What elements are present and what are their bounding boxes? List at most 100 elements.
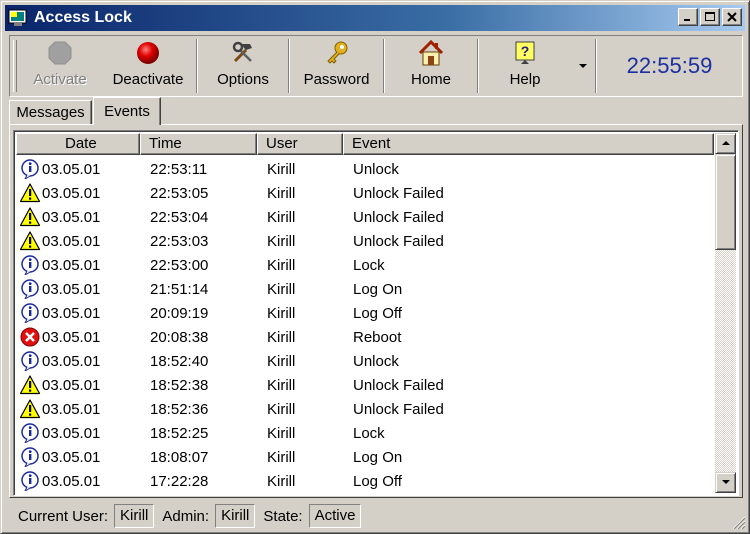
time-cell: 18:52:38 <box>150 376 209 394</box>
event-cell: Unlock Failed <box>353 208 444 226</box>
deactivate-icon <box>137 42 159 64</box>
column-header-user[interactable]: User <box>257 133 343 155</box>
date-value: 03.05.01 <box>42 184 101 202</box>
column-header-event[interactable]: Event <box>343 133 714 155</box>
arrow-down-icon <box>721 480 730 484</box>
list-item[interactable]: 03.05.01 21:51:14 Kirill Log On <box>16 277 714 301</box>
list-item[interactable]: 03.05.01 18:52:40 Kirill Unlock <box>16 349 714 373</box>
list-item[interactable]: 03.05.01 22:53:11 Kirill Unlock <box>16 157 714 181</box>
column-header-time[interactable]: Time <box>140 133 257 155</box>
svg-text:?: ? <box>521 43 530 59</box>
date-value: 03.05.01 <box>42 376 101 394</box>
time-cell: 22:53:11 <box>150 160 208 178</box>
admin-label: Admin: <box>162 507 210 525</box>
user-cell: Kirill <box>267 448 296 466</box>
time-cell: 22:53:05 <box>150 184 209 202</box>
user-cell: Kirill <box>267 400 296 418</box>
scroll-up-button[interactable] <box>715 133 736 154</box>
list-item[interactable]: 03.05.01 22:53:03 Kirill Unlock Failed <box>16 229 714 253</box>
info-icon <box>18 422 42 444</box>
event-cell: Lock <box>353 256 385 274</box>
event-cell: Unlock Failed <box>353 184 444 202</box>
activate-icon <box>48 41 72 65</box>
user-cell: Kirill <box>267 184 296 202</box>
minimize-icon <box>684 19 690 21</box>
state-label: State: <box>263 507 303 525</box>
time-cell: 17:22:28 <box>150 472 209 490</box>
arrow-up-icon <box>721 141 730 145</box>
date-cell: 03.05.01 <box>16 230 140 252</box>
time-cell: 20:09:19 <box>150 304 209 322</box>
list-item[interactable]: 03.05.01 20:09:19 Kirill Log Off <box>16 301 714 325</box>
scroll-thumb[interactable] <box>715 154 736 250</box>
app-window: Access Lock Activate Deactivate Options … <box>0 0 750 534</box>
column-header-date[interactable]: Date <box>16 133 140 155</box>
event-cell: Lock <box>353 424 385 442</box>
time-cell: 22:53:00 <box>150 256 209 274</box>
activate-button[interactable]: Activate <box>20 36 100 96</box>
info-icon <box>18 470 42 492</box>
deactivate-button[interactable]: Deactivate <box>100 36 196 96</box>
user-cell: Kirill <box>267 472 296 490</box>
title-bar[interactable]: Access Lock <box>5 5 745 31</box>
vertical-scrollbar[interactable] <box>715 133 736 493</box>
list-item[interactable]: 03.05.01 17:22:28 Kirill Log Off <box>16 469 714 493</box>
date-value: 03.05.01 <box>42 328 101 346</box>
user-cell: Kirill <box>267 376 296 394</box>
list-item[interactable]: 03.05.01 22:53:04 Kirill Unlock Failed <box>16 205 714 229</box>
user-cell: Kirill <box>267 328 296 346</box>
current-user-label: Current User: <box>18 507 109 525</box>
event-cell: Log Off <box>353 304 402 322</box>
home-button[interactable]: Home <box>385 36 477 96</box>
list-item[interactable]: 03.05.01 18:52:38 Kirill Unlock Failed <box>16 373 714 397</box>
password-button[interactable]: Password <box>290 36 383 96</box>
date-cell: 03.05.01 <box>16 398 140 420</box>
options-button[interactable]: Options <box>198 36 288 96</box>
date-cell: 03.05.01 <box>16 158 140 180</box>
list-item[interactable]: 03.05.01 22:53:00 Kirill Lock <box>16 253 714 277</box>
list-item[interactable]: 03.05.01 22:53:05 Kirill Unlock Failed <box>16 181 714 205</box>
date-value: 03.05.01 <box>42 472 101 490</box>
status-bar: Current User: Kirill Admin: Kirill State… <box>9 501 745 531</box>
date-cell: 03.05.01 <box>16 350 140 372</box>
list-item[interactable]: 03.05.01 18:52:36 Kirill Unlock Failed <box>16 397 714 421</box>
admin-value: Kirill <box>215 504 256 528</box>
activate-label: Activate <box>33 71 87 88</box>
state-value: Active <box>308 504 362 528</box>
warning-icon <box>18 398 42 420</box>
time-cell: 18:52:36 <box>150 400 209 418</box>
date-value: 03.05.01 <box>42 160 101 178</box>
list-item[interactable]: 03.05.01 20:08:38 Kirill Reboot <box>16 325 714 349</box>
close-button[interactable] <box>722 8 742 26</box>
help-dropdown-button[interactable] <box>571 36 595 96</box>
tab-messages[interactable]: Messages <box>9 100 92 124</box>
user-cell: Kirill <box>267 304 296 322</box>
time-cell: 22:53:03 <box>150 232 209 250</box>
date-value: 03.05.01 <box>42 280 101 298</box>
info-icon <box>18 446 42 468</box>
list-header: Date Time User Event <box>16 133 714 155</box>
events-list[interactable]: Date Time User Event 03.05.01 22:53:11 Kir… <box>13 130 739 496</box>
app-icon <box>8 9 27 26</box>
minimize-button[interactable] <box>678 8 698 26</box>
date-value: 03.05.01 <box>42 448 101 466</box>
date-cell: 03.05.01 <box>16 326 140 348</box>
date-value: 03.05.01 <box>42 400 101 418</box>
time-cell: 18:08:07 <box>150 448 209 466</box>
list-item[interactable]: 03.05.01 18:08:07 Kirill Log On <box>16 445 714 469</box>
chevron-down-icon <box>579 63 587 68</box>
event-cell: Reboot <box>353 328 402 346</box>
toolbar-grip[interactable] <box>13 40 17 92</box>
date-cell: 03.05.01 <box>16 422 140 444</box>
date-cell: 03.05.01 <box>16 206 140 228</box>
maximize-button[interactable] <box>700 8 720 26</box>
scroll-down-button[interactable] <box>715 472 736 493</box>
event-cell: Log On <box>353 280 403 298</box>
date-value: 03.05.01 <box>42 232 101 250</box>
help-button[interactable]: ? Help <box>479 36 571 96</box>
list-item[interactable]: 03.05.01 18:52:25 Kirill Lock <box>16 421 714 445</box>
resize-grip-icon[interactable] <box>732 516 746 530</box>
warning-icon <box>18 374 42 396</box>
event-cell: Unlock <box>353 160 399 178</box>
tab-events[interactable]: Events <box>93 97 161 125</box>
